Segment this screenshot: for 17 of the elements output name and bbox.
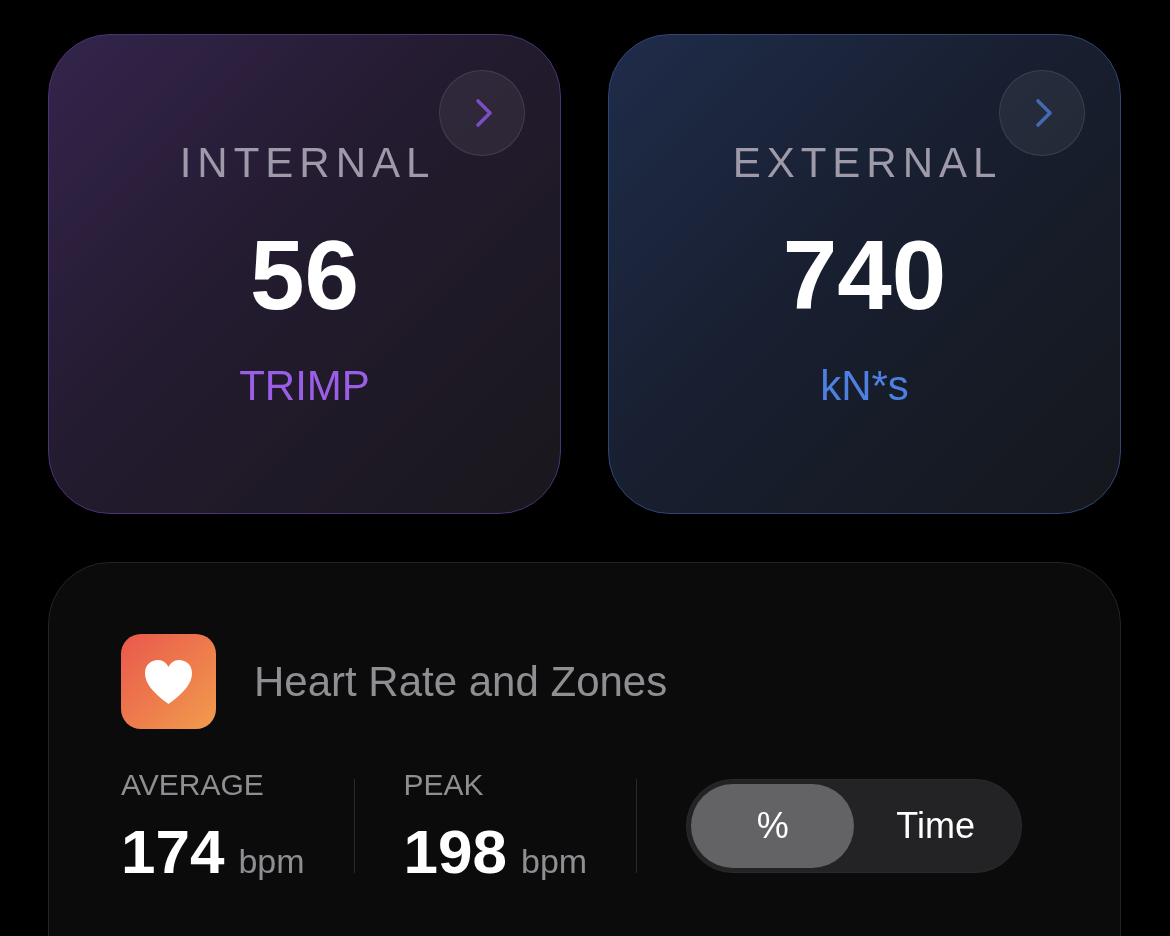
metric-value: 740 <box>782 225 947 325</box>
stat-unit: bpm <box>238 841 305 881</box>
segment-button[interactable]: % <box>691 783 855 868</box>
card-title: Heart Rate and Zones <box>254 656 668 707</box>
stat-label: AVERAGE <box>121 767 265 803</box>
stat-value: 198 <box>403 820 508 884</box>
segment-button[interactable]: Time <box>854 783 1018 868</box>
metric-label: EXTERNAL <box>731 139 1003 187</box>
metric-unit: kN*s <box>820 362 909 410</box>
chevron-right-icon <box>475 98 493 128</box>
metric-value: 56 <box>250 225 359 325</box>
metric-label: INTERNAL <box>178 139 436 187</box>
stat-unit: bpm <box>521 841 588 881</box>
chevron-right-icon <box>1035 98 1053 128</box>
stat-value: 174 <box>121 820 225 884</box>
metric-unit: TRIMP <box>239 362 370 410</box>
stat-label: PEAK <box>403 767 485 803</box>
